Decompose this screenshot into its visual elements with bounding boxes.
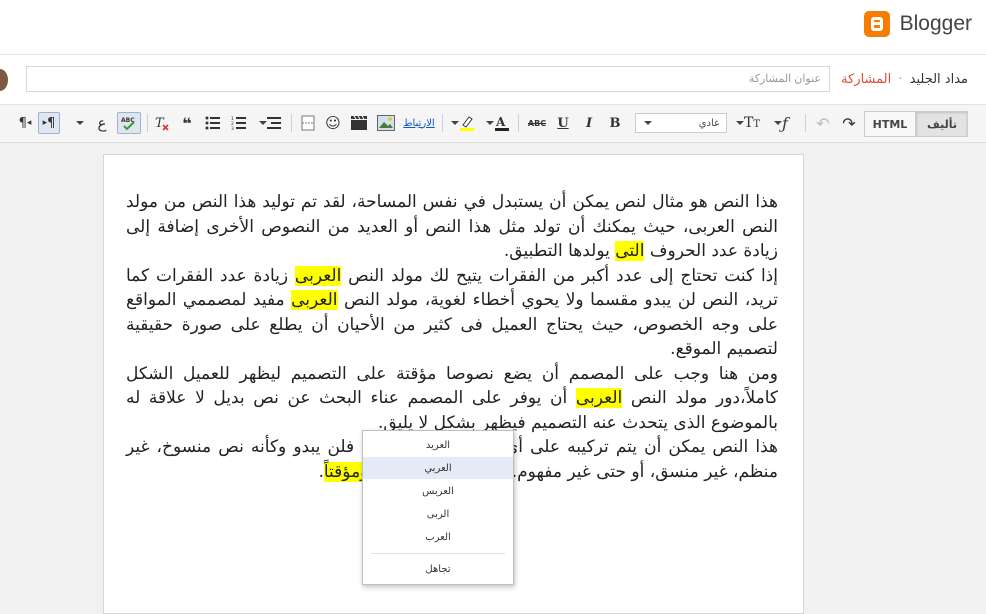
blogger-logo-icon (863, 11, 890, 37)
brand[interactable]: Blogger (863, 11, 972, 37)
remove-formatting-button[interactable]: T (153, 112, 171, 134)
underline-icon: U (557, 115, 569, 131)
quote-icon: ❝ (182, 113, 192, 133)
chevron-down-icon (736, 121, 744, 125)
menu-separator (371, 553, 505, 554)
highlight-color-button[interactable] (449, 112, 475, 134)
bullet-list-icon (205, 116, 220, 130)
rtl-direction-button[interactable]: ▸ ¶ (38, 112, 60, 134)
spellcheck-button[interactable]: ABC (117, 112, 141, 134)
suggestion-item[interactable]: العربي (363, 457, 513, 479)
breadcrumb-current: المشاركة (841, 72, 892, 87)
emoji-button[interactable]: ☺ (324, 112, 342, 134)
editor-toolbar: ¶ ◂ ▸ ¶ ع ABC T ❝ 1 2 3 ☺ الارتباط A ABC… (0, 105, 986, 143)
rtl-paragraph-icon: ¶ (47, 115, 56, 131)
align-icon (267, 117, 281, 129)
ltr-paragraph-icon: ¶ (18, 115, 27, 131)
avatar[interactable] (0, 69, 8, 91)
brand-name: Blogger (899, 12, 972, 35)
font-family-button[interactable]: ƒ (767, 112, 793, 134)
suggestion-item[interactable]: الربى (363, 503, 513, 525)
spellcheck-icon: ABC (121, 117, 135, 131)
text-color-button[interactable]: A (483, 112, 511, 134)
compose-mode-button[interactable]: تأليف (916, 111, 968, 137)
highlighted-word: العربى (291, 290, 338, 310)
ltr-direction-button[interactable]: ¶ ◂ (16, 112, 34, 134)
quote-button[interactable]: ❝ (178, 112, 196, 134)
insert-video-button[interactable] (350, 112, 368, 134)
bullet-list-button[interactable] (204, 112, 222, 134)
chevron-down-icon (259, 121, 267, 125)
ignore-menu-item[interactable]: تجاهل (363, 558, 513, 580)
chevron-down-icon (644, 121, 652, 125)
smiley-icon: ☺ (325, 114, 341, 132)
format-select[interactable]: عادي (635, 113, 727, 133)
text-run: إذا كنت تحتاج إلى عدد أكبر من الفقرات يت… (341, 265, 778, 286)
suggestion-item[interactable]: العربس (363, 480, 513, 502)
italic-button[interactable]: I (580, 112, 598, 134)
insert-image-button[interactable] (376, 112, 396, 134)
top-bar: Blogger (0, 0, 986, 55)
font-size-button[interactable]: TT (734, 112, 760, 134)
chevron-down-icon (486, 121, 494, 125)
input-language-button[interactable]: ع (92, 112, 112, 134)
redo-button[interactable]: ↷ (840, 112, 858, 134)
strikethrough-icon: ABC (527, 118, 547, 128)
toolbar-separator (442, 114, 443, 132)
text-run: هذا النص هو مثال لنص يمكن أن يستبدل في ن… (126, 192, 778, 261)
jump-break-button[interactable] (299, 112, 317, 134)
highlighted-word: العربى (575, 388, 623, 408)
svg-text:3: 3 (231, 126, 234, 130)
strikethrough-button[interactable]: ABC (526, 112, 548, 134)
text-run: يولدها التطبيق. (503, 241, 616, 261)
image-icon (377, 115, 395, 131)
format-select-value: عادي (698, 117, 720, 129)
toolbar-separator (147, 114, 148, 132)
font-size-icon: TT (744, 115, 761, 131)
underline-button[interactable]: U (554, 112, 572, 134)
link-button[interactable]: الارتباط (402, 112, 436, 134)
suggestion-item[interactable]: العرب (363, 526, 513, 548)
suggestion-item[interactable]: العريد (363, 434, 513, 456)
chevron-down-icon (774, 121, 783, 125)
undo-icon: ↶ (816, 113, 830, 133)
mode-switch: HTML تأليف (864, 111, 968, 137)
bold-button[interactable]: B (606, 112, 624, 134)
chevron-down-icon (76, 121, 84, 125)
language-icon: ع (97, 114, 107, 132)
undo-button[interactable]: ↶ (814, 112, 832, 134)
bold-icon: B (609, 115, 621, 131)
post-title-row: مداد الجليد · المشاركة (0, 55, 986, 105)
breadcrumb-separator: · (898, 72, 903, 87)
remove-formatting-icon: T (155, 116, 169, 131)
text-color-icon: A (495, 115, 509, 131)
link-label: الارتباط (403, 117, 435, 129)
toolbar-separator (518, 114, 519, 132)
highlighted-word: التى (615, 241, 645, 261)
highlighted-word: العربى (294, 265, 342, 286)
html-mode-button[interactable]: HTML (864, 111, 916, 137)
language-dropdown-button[interactable] (70, 112, 88, 134)
italic-icon: I (585, 115, 593, 131)
toolbar-separator (291, 114, 292, 132)
font-icon: ƒ (782, 113, 788, 133)
alignment-button[interactable] (256, 112, 282, 134)
breadcrumb-blog[interactable]: مداد الجليد (910, 72, 968, 87)
breadcrumb: مداد الجليد · المشاركة (841, 72, 968, 87)
spelling-context-menu: العريد العربي العربس الربى العرب تجاهل (362, 430, 514, 585)
redo-icon: ↷ (842, 113, 856, 133)
video-icon (351, 116, 367, 130)
post-title-input[interactable] (26, 66, 830, 92)
chevron-down-icon (451, 121, 459, 125)
toolbar-separator (805, 114, 806, 132)
numbered-list-button[interactable]: 1 2 3 (230, 112, 248, 134)
svg-text:A: A (495, 115, 506, 129)
highlight-pen-icon (460, 116, 474, 131)
jump-break-icon (301, 115, 315, 131)
numbered-list-icon: 1 2 3 (231, 116, 246, 130)
